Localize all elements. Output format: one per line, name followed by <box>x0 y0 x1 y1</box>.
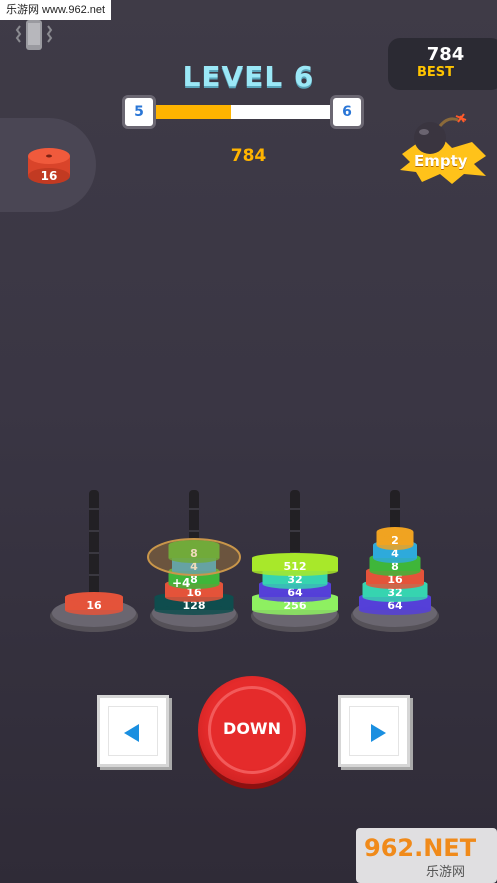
bomb-powerup[interactable]: Empty <box>394 112 494 188</box>
bonus-text: +4 <box>172 576 190 590</box>
bomb-label: Empty <box>414 152 468 170</box>
best-score-label: BEST <box>416 65 455 80</box>
next-level-badge: 6 <box>330 95 364 129</box>
down-button-label: DOWN <box>223 719 281 738</box>
disc-value: 2 <box>391 534 399 547</box>
down-button[interactable]: DOWN <box>198 676 306 784</box>
disc-2: 2 <box>376 527 414 550</box>
watermark-top: 乐游网 www.962.net <box>0 0 112 20</box>
disc-value: 512 <box>284 560 307 573</box>
progress-bar <box>156 105 330 119</box>
bomb-icon <box>400 113 486 184</box>
current-level-badge: 5 <box>122 95 156 129</box>
watermark-bottom: 962.NET 乐游网 <box>356 828 497 883</box>
disc-512: 512 <box>252 553 338 576</box>
held-disc: 16 <box>28 148 70 184</box>
tower-area[interactable]: 16 12816848+42566432512643216842 <box>0 480 497 650</box>
best-score-value: 784 <box>426 44 465 65</box>
tower-2[interactable]: 12816848+4 <box>147 490 241 632</box>
tower-1[interactable]: 16 <box>50 490 138 632</box>
vibration-icon[interactable] <box>14 18 54 54</box>
held-disc-value: 16 <box>41 169 58 183</box>
tower-3[interactable]: 2566432512 <box>251 490 339 632</box>
progress-fill <box>156 105 231 119</box>
svg-text:乐游网: 乐游网 <box>426 865 465 880</box>
best-score-panel: 784 BEST <box>388 38 497 90</box>
merge-glow <box>147 538 241 576</box>
move-right-button[interactable] <box>338 695 410 767</box>
left-arrow-icon <box>124 724 139 742</box>
tower-4[interactable]: 643216842 <box>351 490 439 632</box>
level-progress: 5 6 <box>122 95 364 129</box>
right-arrow-icon <box>371 724 386 742</box>
disc-16: 16 <box>65 592 123 615</box>
move-left-button[interactable] <box>97 695 169 767</box>
disc-value: 16 <box>86 599 102 612</box>
svg-text:962.NET: 962.NET <box>364 834 477 862</box>
